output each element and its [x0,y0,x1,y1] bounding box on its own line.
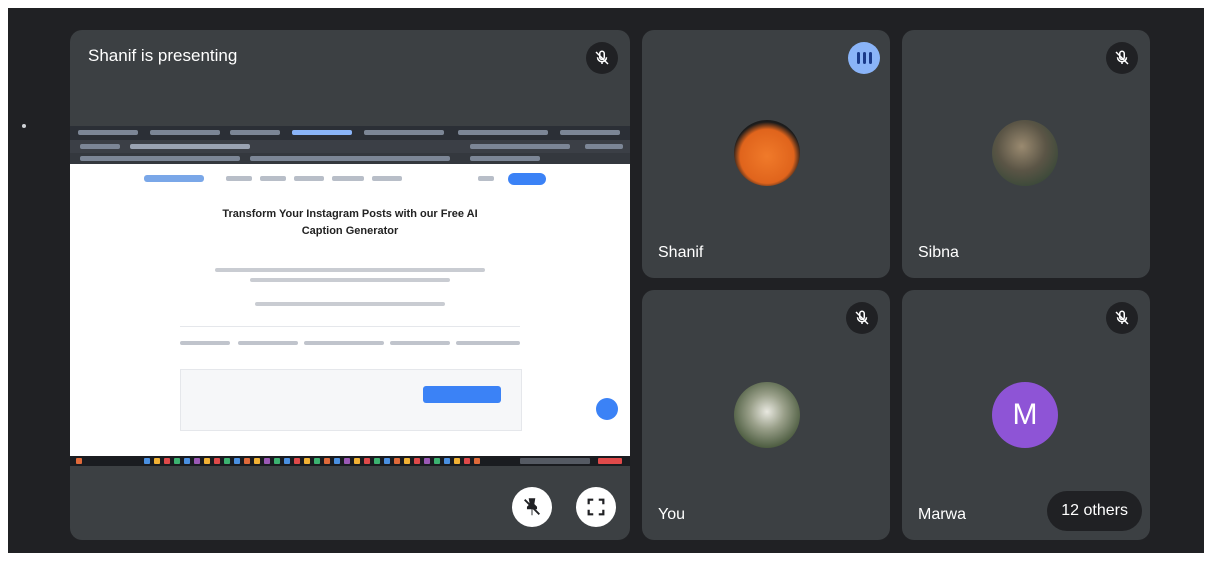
audio-level-icon [848,42,880,74]
fullscreen-button[interactable] [576,487,616,527]
unpin-button[interactable] [512,487,552,527]
browser-bookmarks-bar [70,153,630,164]
participant-name: Sibna [918,244,959,261]
chat-bubble-icon [596,398,618,420]
mic-off-icon [586,42,618,74]
mic-off-icon [846,302,878,334]
avatar [992,120,1058,186]
fullscreen-icon [587,498,605,516]
participant-tile-sibna[interactable]: Sibna [902,30,1150,278]
participant-name: You [658,506,685,523]
participant-name: Shanif [658,244,704,261]
avatar: M [992,382,1058,448]
pin-off-icon [524,498,540,516]
site-navbar [70,164,630,194]
others-count-button[interactable]: 12 others [1047,491,1142,531]
browser-address-bar [70,140,630,153]
caption-tool-panel [180,326,522,466]
presentation-tile[interactable]: Shanif is presenting Transform Your Inst… [70,30,630,540]
shared-taskbar [70,456,630,466]
participant-tile-you[interactable]: You [642,290,890,540]
participant-tile-marwa[interactable]: M Marwa 12 others [902,290,1150,540]
indicator-dot [22,124,26,128]
participant-name: Marwa [918,506,967,523]
shared-page-headline: Transform Your Instagram Posts with our … [222,208,478,237]
presenting-title: Shanif is presenting [88,46,238,65]
meeting-stage: Shanif is presenting Transform Your Inst… [8,8,1204,553]
mic-off-icon [1106,42,1138,74]
avatar [734,382,800,448]
participant-tile-shanif[interactable]: Shanif [642,30,890,278]
shared-screen: Transform Your Instagram Posts with our … [70,126,630,466]
avatar [734,120,800,186]
mic-off-icon [1106,302,1138,334]
browser-tabs-bar [70,126,630,140]
